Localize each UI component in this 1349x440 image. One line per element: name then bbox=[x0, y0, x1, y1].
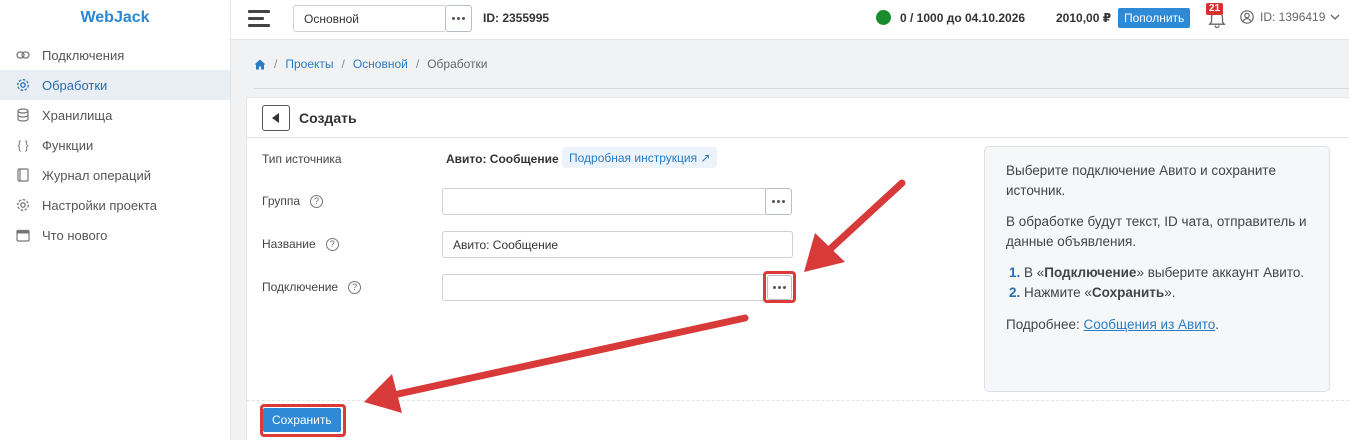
project-id: ID: 2355995 bbox=[483, 11, 550, 25]
breadcrumb-separator: / bbox=[415, 57, 420, 71]
help-icon[interactable]: ? bbox=[325, 237, 339, 251]
sidebar-item-functions[interactable]: { } Функции bbox=[0, 130, 230, 160]
form-footer-divider bbox=[247, 400, 1349, 401]
group-select-button[interactable] bbox=[765, 188, 792, 215]
name-input[interactable]: Авито: Сообщение bbox=[442, 231, 793, 258]
back-button[interactable] bbox=[262, 104, 290, 131]
chevron-down-icon bbox=[1330, 14, 1340, 20]
group-label-row: Группа ? bbox=[262, 194, 324, 208]
user-icon bbox=[1240, 10, 1254, 24]
connection-label-row: Подключение ? bbox=[262, 280, 362, 294]
user-menu[interactable]: ID: 1396419 bbox=[1240, 10, 1346, 24]
sidebar-item-processing[interactable]: Обработки bbox=[0, 70, 230, 100]
notification-badge: 21 bbox=[1206, 3, 1224, 15]
app-logo[interactable]: WebJack bbox=[0, 0, 230, 36]
help-more-link[interactable]: Сообщения из Авито bbox=[1084, 317, 1216, 332]
source-type-label: Тип источника bbox=[262, 152, 342, 166]
sidebar-item-whats-new[interactable]: Что нового bbox=[0, 220, 230, 250]
caret-left-icon bbox=[272, 112, 279, 123]
sidebar-item-label: Что нового bbox=[42, 227, 108, 243]
sidebar-item-label: Настройки проекта bbox=[42, 197, 157, 213]
help-icon[interactable]: ? bbox=[348, 280, 362, 294]
page-title: Создать bbox=[299, 109, 357, 126]
name-label-row: Название ? bbox=[262, 237, 339, 251]
gear-icon bbox=[16, 78, 30, 92]
gear-icon bbox=[16, 198, 30, 212]
user-id: ID: 1396419 bbox=[1260, 10, 1326, 24]
help-step: В «Подключение» выберите аккаунт Авито. bbox=[1024, 263, 1308, 283]
project-select[interactable]: Основной bbox=[293, 5, 445, 32]
highlight-frame bbox=[763, 271, 796, 303]
help-text: Выберите подключение Авито и сохраните и… bbox=[1006, 163, 1276, 198]
breadcrumb-current: Обработки bbox=[427, 57, 488, 71]
sidebar-item-label: Обработки bbox=[42, 77, 108, 93]
status-indicator bbox=[876, 10, 891, 25]
help-icon[interactable]: ? bbox=[310, 194, 324, 208]
sidebar-item-label: Журнал операций bbox=[42, 167, 151, 183]
home-icon[interactable] bbox=[254, 59, 266, 70]
help-more: Подробнее: Сообщения из Авито. bbox=[1006, 317, 1220, 332]
group-input[interactable] bbox=[442, 188, 766, 215]
help-steps: В «Подключение» выберите аккаунт Авито. … bbox=[1006, 263, 1308, 303]
breadcrumb-link-project[interactable]: Основной bbox=[353, 57, 408, 71]
sidebar-item-connections[interactable]: Подключения bbox=[0, 40, 230, 70]
source-type-value: Авито: Сообщение bbox=[446, 152, 559, 166]
breadcrumb: / Проекты / Основной / Обработки bbox=[254, 57, 488, 71]
quota-text: 0 / 1000 до 04.10.2026 bbox=[900, 11, 1026, 25]
sidebar-item-project-settings[interactable]: Настройки проекта bbox=[0, 190, 230, 220]
instruction-link[interactable]: Подробная инструкция ↗ bbox=[562, 147, 718, 168]
content-divider bbox=[254, 88, 1349, 94]
calendar-icon bbox=[16, 228, 30, 242]
help-text: В обработке будут текст, ID чата, отправ… bbox=[1006, 214, 1307, 249]
name-label: Название bbox=[262, 237, 316, 251]
help-panel: Выберите подключение Авито и сохраните и… bbox=[984, 146, 1330, 392]
sidebar-nav: Подключения Обработки Хранилища { } Функ… bbox=[0, 40, 230, 250]
sidebar-item-journal[interactable]: Журнал операций bbox=[0, 160, 230, 190]
braces-icon: { } bbox=[17, 138, 29, 152]
link-icon bbox=[16, 48, 30, 62]
connection-label: Подключение bbox=[262, 280, 339, 294]
top-header: Основной ID: 2355995 0 / 1000 до 04.10.2… bbox=[231, 0, 1349, 40]
save-button[interactable]: Сохранить bbox=[263, 408, 341, 432]
create-form-card: Создать Тип источника Авито: Сообщение П… bbox=[246, 97, 1349, 440]
group-label: Группа bbox=[262, 194, 301, 208]
breadcrumb-separator: / bbox=[341, 57, 345, 71]
sidebar-item-label: Функции bbox=[42, 137, 94, 153]
breadcrumb-separator: / bbox=[274, 57, 278, 71]
card-header: Создать bbox=[247, 98, 1349, 138]
sidebar-item-label: Подключения bbox=[42, 47, 125, 63]
journal-icon bbox=[16, 168, 30, 182]
balance-text: 2010,00 ₽ bbox=[1056, 11, 1112, 25]
menu-icon[interactable] bbox=[248, 10, 270, 27]
database-icon bbox=[16, 108, 30, 122]
project-more-button[interactable] bbox=[445, 5, 472, 32]
help-step: Нажмите «Сохранить». bbox=[1024, 283, 1308, 303]
sidebar-item-label: Хранилища bbox=[42, 107, 113, 123]
sidebar: WebJack Подключения Обработки Хранилища … bbox=[0, 0, 231, 440]
breadcrumb-link-projects[interactable]: Проекты bbox=[285, 57, 333, 71]
sidebar-item-storage[interactable]: Хранилища bbox=[0, 100, 230, 130]
topup-button[interactable]: Пополнить bbox=[1118, 8, 1191, 28]
connection-input[interactable] bbox=[442, 274, 766, 301]
